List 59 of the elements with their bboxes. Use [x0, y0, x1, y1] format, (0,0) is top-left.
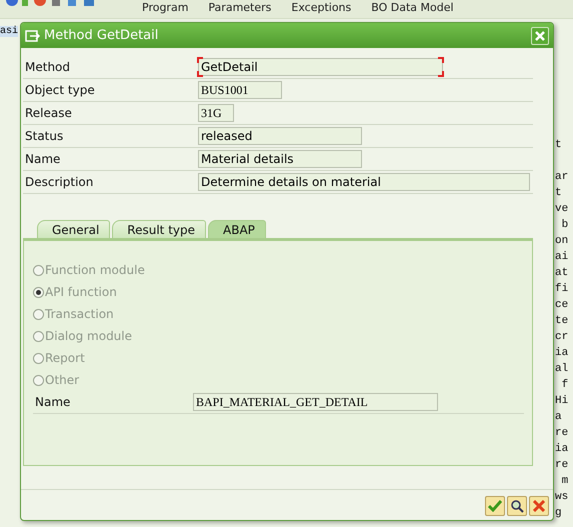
- field-label: Object type: [24, 83, 96, 97]
- background-text: b: [560, 218, 568, 233]
- background-text: ar: [555, 170, 568, 185]
- magnifier-icon: [510, 499, 524, 513]
- input-field[interactable]: GetDetail: [198, 58, 443, 76]
- background-text: m: [560, 474, 568, 489]
- background-text: t: [555, 186, 563, 201]
- close-button[interactable]: [531, 26, 549, 44]
- menu-item[interactable]: Program: [142, 1, 188, 14]
- background-text: te: [555, 314, 568, 329]
- radio-label: API function: [45, 285, 117, 299]
- input-field[interactable]: BUS1001: [198, 81, 282, 99]
- background-text: ai: [555, 250, 568, 265]
- background-text: re: [555, 426, 568, 441]
- radio-label: Report: [45, 351, 85, 365]
- close-icon: [533, 500, 545, 512]
- menu-item[interactable]: BO Data Model: [371, 1, 454, 14]
- background-text: ws: [555, 490, 568, 505]
- background-text: asi: [0, 26, 18, 37]
- field-label: Name: [24, 152, 62, 166]
- radio-label: Other: [45, 373, 80, 387]
- input-field[interactable]: BAPI_MATERIAL_GET_DETAIL: [193, 393, 438, 411]
- input-field[interactable]: Determine details on material: [198, 173, 530, 191]
- radio-label: Dialog module: [45, 329, 132, 343]
- background-text: g: [555, 506, 563, 521]
- details-button[interactable]: [507, 496, 527, 516]
- close-icon: [534, 30, 546, 42]
- background-text: a: [555, 410, 563, 425]
- display-icon: [25, 28, 41, 42]
- field-label: Description: [24, 175, 94, 189]
- tab[interactable]: ABAP: [208, 220, 266, 238]
- field-label: Method: [24, 60, 72, 74]
- background-text: ia: [555, 442, 568, 457]
- input-field[interactable]: 31G: [198, 104, 234, 122]
- background-text: Hi: [555, 394, 568, 409]
- radio-label: Transaction: [45, 307, 114, 321]
- background-text: t: [555, 138, 563, 153]
- background-text: on: [555, 234, 568, 249]
- field-label: Name: [34, 395, 72, 409]
- check-icon: [488, 500, 502, 512]
- field-label: Status: [24, 129, 64, 143]
- field-label: Release: [24, 106, 73, 120]
- radio-label: Function module: [45, 263, 145, 277]
- menu-item[interactable]: Parameters: [208, 1, 272, 14]
- menu-item[interactable]: Exceptions: [291, 1, 352, 14]
- background-text: f: [560, 378, 568, 393]
- background-text: al: [555, 362, 568, 377]
- background-text: fi: [555, 282, 568, 297]
- background-text: ve: [555, 202, 568, 217]
- background-text: ce: [555, 298, 568, 313]
- background-text: re: [555, 458, 568, 473]
- window-title: Method GetDetail: [44, 28, 160, 43]
- background-text: at: [555, 266, 568, 281]
- input-field[interactable]: Material details: [198, 150, 362, 168]
- tab[interactable]: General: [37, 220, 110, 238]
- tab[interactable]: Result type: [112, 220, 206, 238]
- background-text: ia: [555, 346, 568, 361]
- background-text: cr: [555, 330, 568, 345]
- input-field[interactable]: released: [198, 127, 362, 145]
